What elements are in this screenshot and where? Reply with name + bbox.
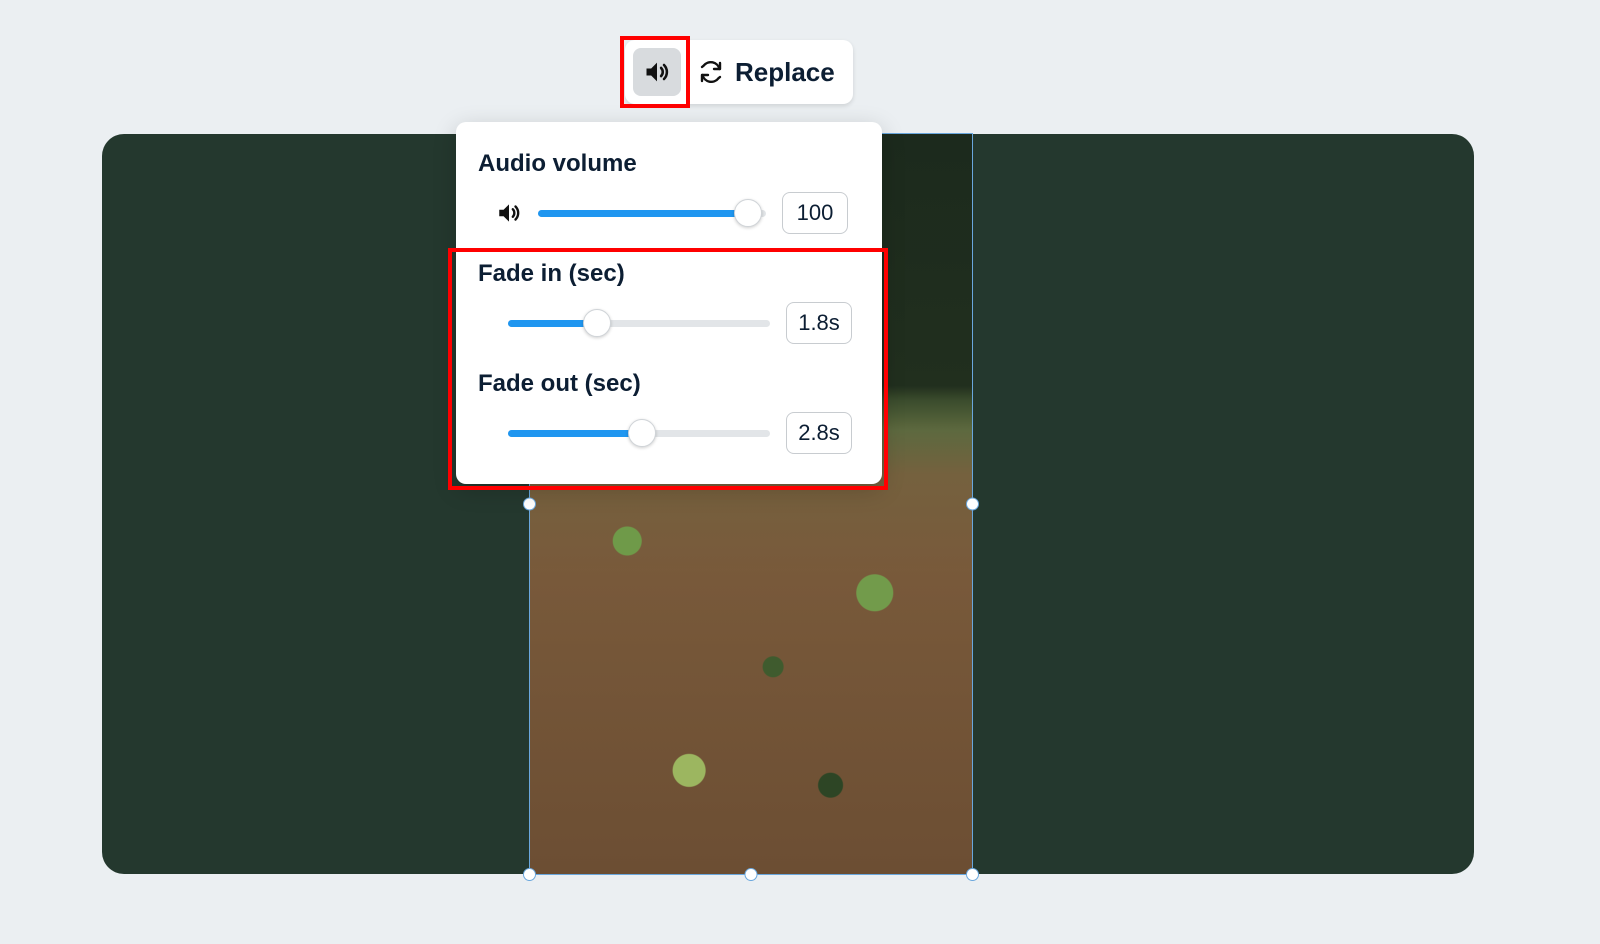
replace-label: Replace <box>735 57 835 88</box>
audio-volume-title: Audio volume <box>478 150 860 178</box>
resize-handle-bottom-left[interactable] <box>523 868 536 881</box>
fade-in-section: Fade in (sec) 1.8s <box>478 260 860 344</box>
context-toolbar: Replace <box>625 40 853 104</box>
resize-handle-bottom-right[interactable] <box>966 868 979 881</box>
fade-out-title: Fade out (sec) <box>478 370 860 398</box>
audio-volume-slider[interactable] <box>538 199 766 227</box>
resize-handle-right[interactable] <box>966 498 979 511</box>
fade-out-section: Fade out (sec) 2.8s <box>478 370 860 454</box>
audio-volume-value[interactable]: 100 <box>782 192 848 234</box>
replace-button[interactable]: Replace <box>699 57 835 88</box>
fade-out-value[interactable]: 2.8s <box>786 412 852 454</box>
fade-in-title: Fade in (sec) <box>478 260 860 288</box>
fade-in-value[interactable]: 1.8s <box>786 302 852 344</box>
refresh-icon <box>699 60 723 84</box>
resize-handle-left[interactable] <box>523 498 536 511</box>
fade-out-slider[interactable] <box>508 419 770 447</box>
fade-in-slider[interactable] <box>508 309 770 337</box>
volume-icon <box>496 200 522 226</box>
audio-settings-button[interactable] <box>633 48 681 96</box>
volume-icon <box>643 58 671 86</box>
audio-settings-panel: Audio volume 100 Fade in (sec) 1.8s Fade <box>456 122 882 484</box>
audio-volume-section: Audio volume 100 <box>478 150 860 234</box>
resize-handle-bottom[interactable] <box>745 868 758 881</box>
